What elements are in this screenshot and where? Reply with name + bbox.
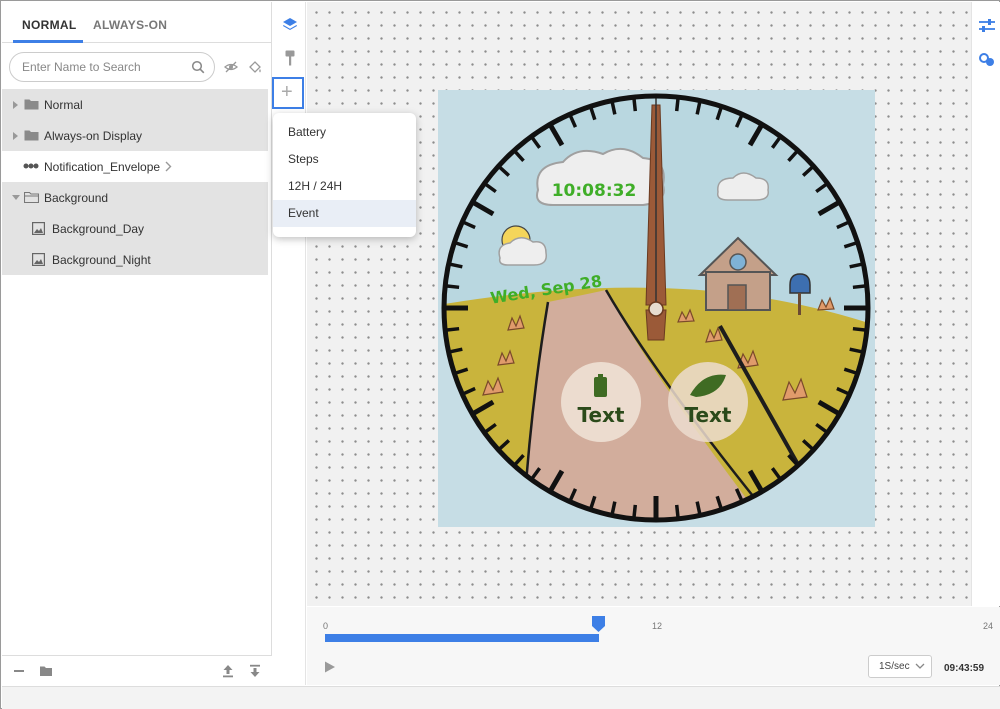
minute-tick bbox=[674, 504, 680, 518]
tree-item-background-night[interactable]: Background_Night bbox=[2, 244, 268, 275]
tree-item-label: Normal bbox=[44, 98, 83, 112]
complication-left-text: Text bbox=[577, 403, 624, 427]
add-icon: + bbox=[281, 81, 293, 103]
collapse-caret-icon[interactable] bbox=[12, 195, 20, 200]
new-folder-icon[interactable] bbox=[39, 664, 53, 678]
tree-item-background-day[interactable]: Background_Day bbox=[2, 213, 268, 244]
timeline-progress bbox=[325, 634, 599, 642]
minute-tick bbox=[610, 501, 617, 514]
timeline-track[interactable] bbox=[325, 634, 993, 642]
sliders-icon[interactable] bbox=[978, 17, 996, 35]
status-bar bbox=[2, 686, 1000, 709]
panel-tabs: NORMAL ALWAYS-ON bbox=[2, 2, 271, 43]
layers-icon[interactable] bbox=[281, 16, 299, 34]
tree-item-always-on-display[interactable]: Always-on Display bbox=[2, 120, 268, 151]
menu-item-steps[interactable]: Steps bbox=[273, 146, 416, 173]
minute-tick bbox=[852, 284, 866, 290]
app-window: NORMAL ALWAYS-ON Enter Name to Search No… bbox=[0, 0, 1000, 709]
add-component-menu: Battery Steps 12H / 24H Event bbox=[273, 113, 416, 237]
timeline-tick-start: 0 bbox=[323, 621, 329, 631]
menu-item-event[interactable]: Event bbox=[273, 200, 416, 227]
tree-item-label: Always-on Display bbox=[44, 129, 143, 143]
minute-tick bbox=[695, 102, 702, 115]
minute-tick bbox=[446, 284, 460, 290]
chevron-right-icon[interactable] bbox=[164, 161, 172, 172]
mailbox bbox=[789, 273, 811, 294]
watch-face-preview[interactable]: 10:08:32 Wed, Sep 28 Text Text bbox=[438, 90, 875, 527]
active-tab-indicator bbox=[13, 40, 83, 43]
minute-tick bbox=[849, 347, 862, 354]
layers-footer bbox=[2, 655, 272, 685]
tab-normal[interactable]: NORMAL bbox=[22, 18, 76, 32]
current-time-readout: 09:43:59 bbox=[944, 663, 985, 674]
folder-open-icon bbox=[24, 191, 39, 203]
minute-tick bbox=[849, 262, 862, 269]
move-bottom-icon[interactable] bbox=[248, 664, 262, 678]
tree-item-label: Background bbox=[44, 191, 109, 205]
minute-tick bbox=[674, 98, 680, 112]
chevron-down-icon bbox=[915, 663, 925, 669]
complication-right[interactable] bbox=[668, 362, 748, 442]
visibility-toggle-icon[interactable] bbox=[223, 59, 239, 75]
component-icon bbox=[23, 163, 39, 169]
minute-tick bbox=[852, 326, 866, 332]
layer-tree: Normal Always-on Display Notification_En… bbox=[2, 89, 268, 275]
search-box[interactable] bbox=[9, 52, 215, 82]
move-top-icon[interactable] bbox=[221, 664, 235, 678]
tree-item-background[interactable]: Background bbox=[2, 182, 268, 213]
expand-caret-icon[interactable] bbox=[13, 132, 18, 140]
timeline-tick-mid: 12 bbox=[652, 621, 663, 631]
image-icon bbox=[32, 222, 45, 235]
properties-column bbox=[971, 2, 1000, 606]
battery-icon bbox=[594, 377, 607, 397]
timeline-scrubber-handle[interactable] bbox=[592, 616, 606, 632]
playback-speed-select[interactable]: 1S/sec bbox=[868, 655, 932, 678]
minute-tick bbox=[450, 262, 463, 269]
layers-panel: NORMAL ALWAYS-ON Enter Name to Search No… bbox=[2, 2, 272, 685]
search-row bbox=[9, 52, 269, 82]
tree-item-label: Background_Day bbox=[52, 222, 145, 236]
tree-item-normal[interactable]: Normal bbox=[2, 89, 268, 120]
add-component-button[interactable]: + bbox=[272, 77, 304, 109]
folder-icon bbox=[24, 130, 39, 141]
search-icon[interactable] bbox=[191, 60, 205, 74]
image-icon bbox=[32, 253, 45, 266]
remove-icon[interactable] bbox=[12, 664, 26, 678]
minute-tick bbox=[632, 98, 638, 112]
play-icon[interactable] bbox=[324, 661, 336, 673]
menu-item-12h-24h[interactable]: 12H / 24H bbox=[273, 173, 416, 200]
brush-icon[interactable] bbox=[281, 49, 299, 67]
playback-speed-value: 1S/sec bbox=[879, 661, 910, 672]
tree-item-label: Background_Night bbox=[52, 253, 151, 267]
search-input[interactable] bbox=[22, 60, 187, 74]
folder-icon bbox=[24, 99, 39, 110]
minute-tick bbox=[446, 326, 460, 332]
minute-tick bbox=[695, 501, 702, 514]
timeline-panel: 0 12 24 1S/sec 09:43:59 bbox=[307, 607, 1000, 685]
tree-item-notification-envelope[interactable]: Notification_Envelope bbox=[2, 151, 268, 182]
timeline-tick-end: 24 bbox=[983, 621, 994, 631]
link-icon[interactable] bbox=[978, 51, 996, 69]
menu-item-battery[interactable]: Battery bbox=[273, 119, 416, 146]
digital-time-text: 10:08:32 bbox=[552, 181, 637, 201]
minute-tick bbox=[632, 504, 638, 518]
fill-bucket-icon[interactable] bbox=[247, 59, 263, 75]
tree-item-label: Notification_Envelope bbox=[44, 160, 161, 174]
minute-tick bbox=[450, 347, 463, 354]
minute-tick bbox=[610, 102, 617, 115]
complication-right-text: Text bbox=[684, 403, 731, 427]
expand-caret-icon[interactable] bbox=[13, 101, 18, 109]
tab-always-on[interactable]: ALWAYS-ON bbox=[93, 18, 167, 32]
